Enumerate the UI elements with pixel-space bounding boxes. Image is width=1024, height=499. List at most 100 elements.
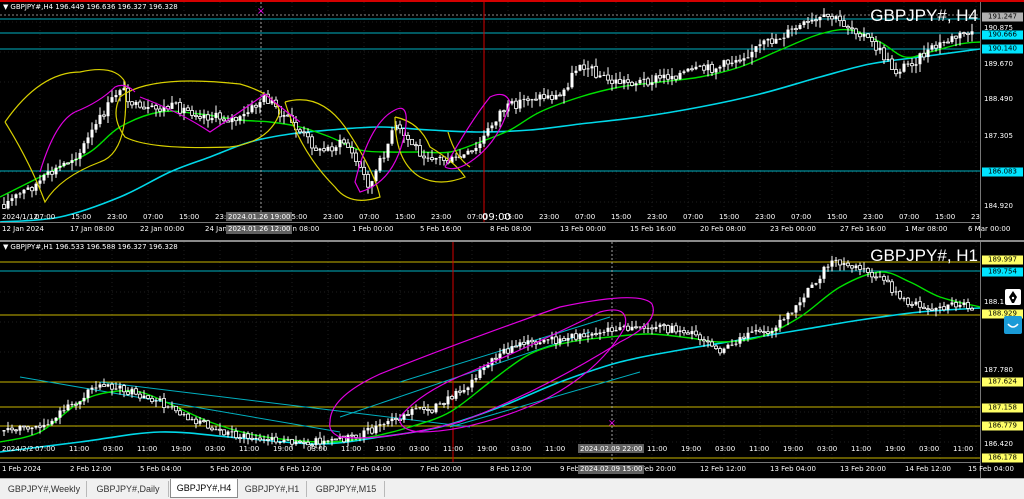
hour-tick-label: 23:00 [647,213,667,221]
chart-tab-gbpjpy-weekly[interactable]: GBPJPY#,Weekly [2,481,87,497]
candle-body-bull [502,348,506,354]
candle-body-bear [866,33,870,38]
chart-tab-gbpjpy-h1[interactable]: GBPJPY#,H1 [238,481,307,497]
candle-body-bear [178,410,182,416]
candle-body-bull [602,75,606,77]
h4-chart-window[interactable]: × 07:00 15:00 23:00 07:00 15:00 23:00 07:00 15:0… [0,0,1024,238]
hour-tick-label: 11:00 [545,445,565,453]
candle-body-bear [458,390,462,393]
h1-time-axis[interactable]: 1 Feb 2024 2 Feb 12:00 5 Feb 04:00 5 Feb 20… [0,462,1014,478]
chart-tab-gbpjpy-daily[interactable]: GBPJPY#,Daily [88,481,169,497]
candle-body-bull [198,420,202,424]
candle-body-bull [878,276,882,278]
pen-icon[interactable] [1004,288,1022,306]
candle-body-bear [234,430,238,439]
candle-body-bull [822,14,826,18]
hour-tick-label: 15:00 [611,213,631,221]
collapse-triangle-icon[interactable]: ▼ [3,243,8,251]
candle-body-bull [170,406,174,408]
chart-tab-gbpjpy-m15[interactable]: GBPJPY#,M15 [308,481,385,497]
chart-tab-gbpjpy-h4[interactable]: GBPJPY#,H4 [170,479,238,498]
candle-body-bear [190,110,194,116]
candle-body-bull [662,74,666,79]
collapse-triangle-icon[interactable]: ▼ [3,3,8,11]
hour-tick-label: 15:00 [935,213,955,221]
first-bar-date-label: 2024/1/12 [2,213,38,221]
time-tick-label: 13 Feb 20:00 [840,465,886,473]
price-tick-label: 187.158 [982,403,1023,413]
candle-body-bear [102,384,106,387]
candle-body-bear [318,437,322,445]
hour-tick-label: 19:00 [273,445,293,453]
candle-body-bull [438,156,442,158]
candle-body-bull [338,139,342,148]
candle-body-bear [926,308,930,311]
time-tick-label: 6 Feb 12:00 [280,465,322,473]
candle-body-bear [702,65,706,71]
h1-price-plot[interactable]: × 07:00 11:00 03:00 11:00 19:00 03:00 11:00 19:0… [0,242,980,462]
candle-body-bull [390,418,394,422]
h4-price-axis[interactable]: 191.247 190.875 190.666 190.140 189.670 188.4… [980,2,1024,238]
candle-body-bull [750,51,754,58]
candle-body-bear [726,59,730,65]
candle-body-bull [578,333,582,340]
hour-labels: 07:00 11:00 03:00 11:00 19:00 03:00 11:00 19:00… [35,445,973,453]
fast-moving-average-line [0,28,980,198]
candle-body-bull [426,157,430,159]
candle-body-bull [322,440,326,444]
candle-body-bear [174,405,178,412]
time-tick-label: 13 Feb 04:00 [770,465,816,473]
candle-body-bull [678,72,682,80]
candle-body-bear [38,425,42,428]
candle-body-bull [482,135,486,144]
candle-body-bear [218,428,222,431]
h4-time-axis[interactable]: 12 Jan 2024 17 Jan 08:00 22 Jan 00:00 24 Ja… [0,222,1010,238]
candle-body-bear [858,265,862,270]
candle-body-bull [714,68,718,73]
h1-chart-window[interactable]: × 07:00 11:00 03:00 11:00 19:00 03:00 11:00 19:0… [0,240,1024,478]
candle-body-bull [566,87,570,90]
candle-body-bear [186,413,190,421]
candle-body-bull [118,90,122,96]
candle-body-bear [898,291,902,299]
candle-body-bull [730,62,734,65]
hour-tick-label: 19:00 [681,445,701,453]
candle-body-bear [398,124,402,130]
candle-body-bull [454,156,458,158]
candle-body-bear [350,434,354,437]
candle-body-bear [250,437,254,440]
candle-body-bull [46,424,50,426]
candle-body-bull [366,427,370,431]
candle-body-bull [54,417,58,421]
cursor-time-label: 09:00 [482,212,511,222]
hour-tick-label: 23:00 [431,213,451,221]
candle-body-bear [894,69,898,75]
chart-grid [0,2,980,222]
candle-body-bear [102,114,106,117]
candle-body-bull [518,342,522,347]
candle-body-bull [190,419,194,421]
price-tick-label: 188.490 [984,95,1013,103]
candle-body-bear [674,325,678,333]
h4-price-plot[interactable]: × 07:00 15:00 23:00 07:00 15:00 23:00 07:00 15:0… [0,2,980,222]
hour-tick-label: 07:00 [143,213,163,221]
candle-body-bear [202,420,206,422]
candle-body-bear [198,116,202,119]
candle-body-bull [454,391,458,399]
candle-body-bull [830,260,834,267]
candle-body-bear [918,301,922,308]
candle-body-bear [806,20,810,23]
smile-icon[interactable] [1004,316,1022,334]
candle-body-bull [706,64,710,71]
candle-body-bull [142,395,146,399]
candle-body-bull [18,193,22,195]
candle-body-bull [718,66,722,69]
hour-tick-label: 03:00 [307,445,327,453]
hour-tick-label: 11:00 [239,445,259,453]
candle-body-bull [286,439,290,441]
candle-body-bull [94,387,98,389]
h1-price-axis[interactable]: 189.997 189.754 188.929 188.1 187.780 187.624… [980,242,1024,478]
candle-body-bull [638,326,642,328]
candle-body-bull [950,302,954,305]
candle-body-bull [326,146,330,151]
